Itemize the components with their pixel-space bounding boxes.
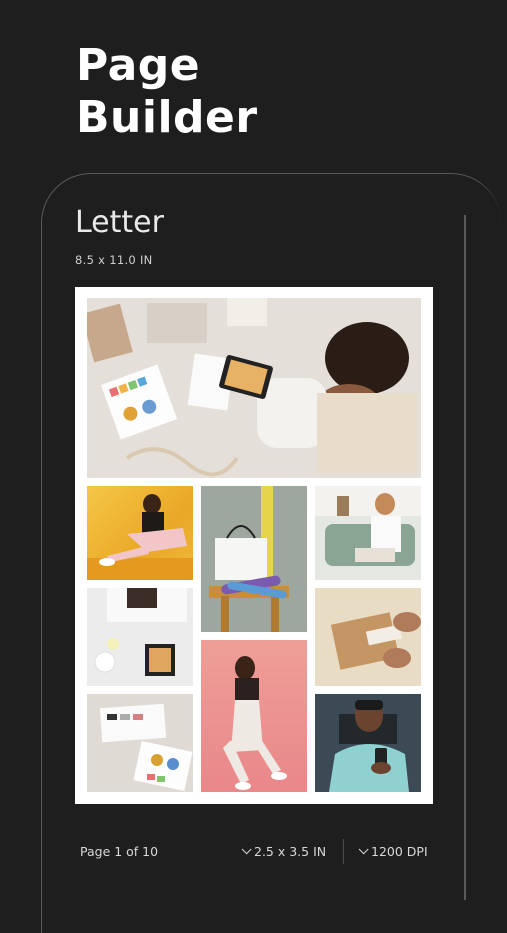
document-name: Letter — [75, 205, 164, 240]
photo-size-dropdown[interactable]: 2.5 x 3.5 IN — [241, 844, 326, 859]
chevron-down-icon — [241, 844, 252, 855]
photo-woman-sofa[interactable] — [315, 486, 421, 580]
title-line-2: Builder — [76, 92, 258, 143]
photo-package-box[interactable] — [315, 588, 421, 686]
photo-shopping-bag[interactable] — [201, 486, 307, 632]
resolution-value: 1200 DPI — [371, 844, 428, 859]
page-indicator[interactable]: Page 1 of 10 — [80, 844, 158, 859]
device-frame-edge — [464, 215, 466, 900]
chevron-down-icon — [358, 844, 369, 855]
photo-color-swatches[interactable] — [87, 694, 193, 792]
footer-bar: Page 1 of 10 2.5 x 3.5 IN 1200 DPI — [0, 836, 507, 866]
photo-crafting-floor[interactable] — [87, 588, 193, 686]
page-canvas[interactable] — [75, 287, 433, 804]
divider — [343, 839, 344, 864]
resolution-dropdown[interactable]: 1200 DPI — [358, 844, 428, 859]
title-line-1: Page — [76, 40, 201, 91]
document-size: 8.5 x 11.0 IN — [75, 253, 153, 267]
photo-hero[interactable] — [87, 298, 421, 478]
photo-size-value: 2.5 x 3.5 IN — [254, 844, 327, 859]
photo-man-backpack[interactable] — [315, 694, 421, 792]
photo-woman-pink[interactable] — [201, 640, 307, 792]
photo-woman-yellow[interactable] — [87, 486, 193, 580]
page-title: Page Builder — [76, 40, 258, 144]
